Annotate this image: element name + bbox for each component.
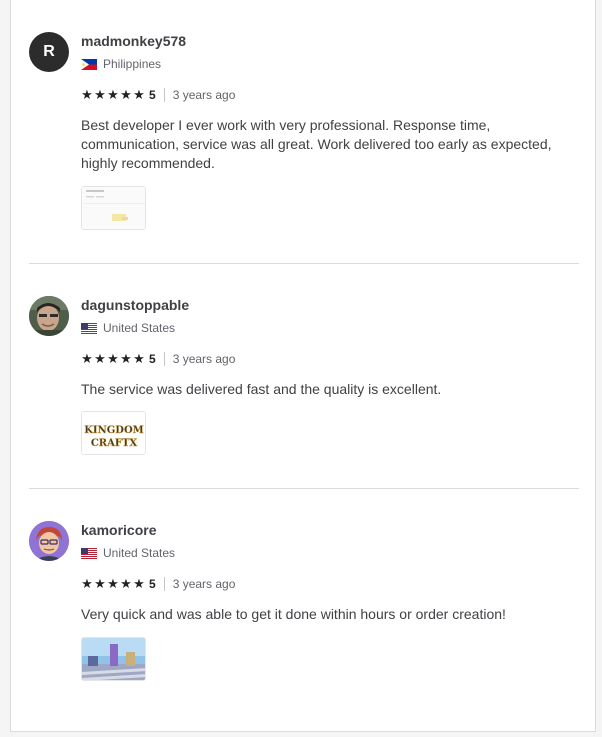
star-icon: ★ [120, 576, 132, 591]
us-flag-icon [81, 322, 97, 334]
star-icon: ★ [120, 351, 132, 366]
us-flag-icon [81, 547, 97, 559]
star-icon: ★ [81, 351, 93, 366]
star-icon: ★ [107, 351, 119, 366]
reviewer-country: United States [81, 546, 175, 560]
reviewer-country: Philippines [81, 57, 161, 71]
reviews-panel: R madmonkey578 Philippines ★ ★ ★ ★ ★ 5 3… [10, 0, 596, 732]
review-text: The service was delivered fast and the q… [81, 381, 442, 397]
star-icon: ★ [133, 576, 145, 591]
review-time: 3 years ago [172, 88, 236, 102]
country-name: United States [103, 546, 176, 560]
star-icon: ★ [133, 351, 145, 366]
star-icon: ★ [107, 576, 119, 591]
country-name: Philippines [103, 57, 162, 71]
review-attachment-thumbnail[interactable]: KINGDOM CRAFTX [81, 411, 146, 455]
country-name: United States [103, 321, 176, 335]
review-time: 3 years ago [172, 352, 236, 366]
star-rating: ★ ★ ★ ★ ★ [81, 351, 145, 366]
review-text: Best developer I ever work with very pro… [81, 117, 552, 171]
reviewer-username[interactable]: kamoricore [81, 522, 156, 538]
rating-score: 5 [149, 352, 156, 366]
review-divider [29, 263, 579, 264]
rating-row: ★ ★ ★ ★ ★ 5 3 years ago [81, 352, 235, 366]
rating-row: ★ ★ ★ ★ ★ 5 3 years ago [81, 88, 235, 102]
avatar-letter: R [43, 43, 55, 60]
review-divider [29, 488, 579, 489]
star-icon: ★ [120, 87, 132, 102]
reviewer-username[interactable]: madmonkey578 [81, 33, 186, 49]
reviewer-country: United States [81, 321, 175, 335]
star-icon: ★ [81, 576, 93, 591]
rating-score: 5 [149, 577, 156, 591]
avatar-photo [29, 296, 69, 336]
avatar[interactable] [29, 296, 69, 336]
review-text: Very quick and was able to get it done w… [81, 606, 506, 622]
avatar[interactable] [29, 521, 69, 561]
review-time: 3 years ago [172, 577, 236, 591]
rating-row: ★ ★ ★ ★ ★ 5 3 years ago [81, 577, 235, 591]
divider-bar [163, 88, 165, 102]
divider-bar [163, 577, 165, 591]
star-icon: ★ [81, 87, 93, 102]
logo-line-1: KINGDOM [84, 425, 144, 436]
star-icon: ★ [133, 87, 145, 102]
star-icon: ★ [94, 351, 106, 366]
philippines-flag-icon [81, 58, 97, 70]
star-rating: ★ ★ ★ ★ ★ [81, 87, 145, 102]
logo-line-2: CRAFTX [91, 438, 138, 449]
star-icon: ★ [94, 87, 106, 102]
star-icon: ★ [94, 576, 106, 591]
rating-score: 5 [149, 88, 156, 102]
divider-bar [163, 352, 165, 366]
star-icon: ★ [107, 87, 119, 102]
avatar-illustration [29, 521, 69, 561]
avatar[interactable]: R [29, 32, 69, 72]
star-rating: ★ ★ ★ ★ ★ [81, 576, 145, 591]
review-attachment-thumbnail[interactable] [81, 637, 146, 681]
reviewer-username[interactable]: dagunstoppable [81, 297, 189, 313]
review-attachment-thumbnail[interactable] [81, 186, 146, 230]
